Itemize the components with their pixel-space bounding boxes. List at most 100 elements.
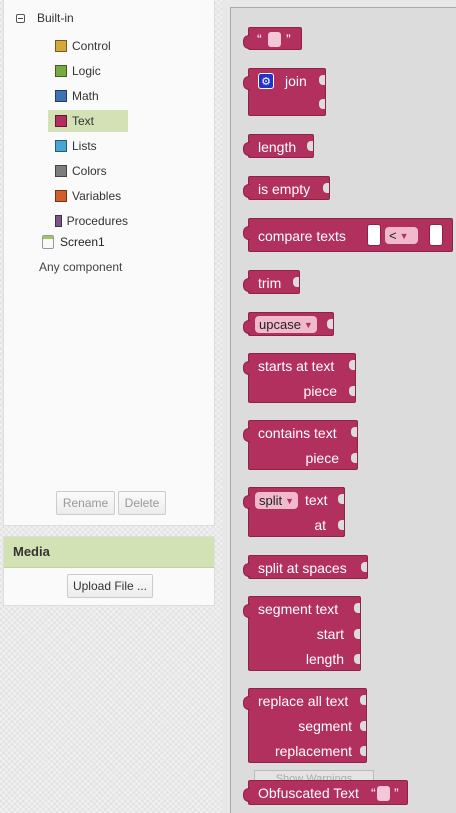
compare-operator-value: <: [389, 228, 397, 243]
chevron-down-icon: ▼: [285, 495, 295, 506]
length-input-slot: [307, 141, 313, 151]
category-swatch-icon: [55, 165, 67, 177]
category-swatch-icon: [55, 215, 62, 227]
length-block[interactable]: length: [243, 134, 314, 158]
category-swatch-icon: [55, 40, 67, 52]
category-label: Procedures: [66, 214, 128, 228]
split-at-slot: [338, 520, 344, 530]
contains-piece-slot: [351, 453, 357, 463]
trim-input-slot: [293, 277, 299, 287]
compare-texts-label: compare texts: [258, 228, 346, 244]
split-at-spaces-slot: [361, 562, 367, 572]
collapse-icon[interactable]: [16, 13, 25, 23]
replace-segment-label: segment: [298, 718, 352, 734]
segment-start-slot: [354, 629, 360, 639]
split-dropdown[interactable]: split ▼: [255, 492, 299, 509]
compare-texts-block[interactable]: compare texts < ▼: [243, 218, 453, 252]
category-math[interactable]: Math: [48, 85, 128, 107]
split-at-label: at: [314, 517, 326, 533]
contains-piece-label: piece: [305, 450, 339, 466]
category-swatch-icon: [55, 115, 67, 127]
upload-file-button[interactable]: Upload File ...: [67, 574, 153, 598]
starts-at-block[interactable]: starts at text piece: [243, 353, 356, 403]
join-input-slot: [319, 99, 325, 109]
is-empty-input-slot: [323, 183, 329, 193]
contains-block[interactable]: contains text piece: [243, 420, 358, 470]
gear-icon[interactable]: ⚙: [258, 73, 274, 89]
screen-icon: [42, 235, 54, 249]
replace-text-slot: [360, 695, 366, 705]
segment-text-slot: [354, 603, 360, 613]
open-quote: “: [371, 785, 376, 801]
replace-replacement-label: replacement: [274, 743, 352, 759]
upcase-block[interactable]: upcase ▼: [243, 312, 334, 336]
category-variables[interactable]: Variables: [48, 185, 128, 207]
chevron-down-icon: ▼: [399, 230, 409, 241]
media-title: Media: [4, 537, 214, 568]
category-label: Control: [72, 39, 111, 53]
starts-at-piece-slot: [349, 386, 355, 396]
replace-segment-slot: [360, 721, 366, 731]
blocks-palette: Built-in Control Logic Math Text Lists Colors…: [3, 0, 215, 526]
segment-length-label: length: [305, 651, 344, 667]
category-label: Variables: [72, 189, 122, 203]
close-quote: ”: [286, 31, 291, 47]
join-input-slot: [319, 75, 325, 85]
category-logic[interactable]: Logic: [48, 60, 128, 82]
segment-start-label: start: [316, 626, 344, 642]
compare-right-slot: [429, 224, 443, 246]
category-colors[interactable]: Colors: [48, 160, 128, 182]
open-quote: “: [257, 31, 262, 47]
replace-all-text-label: replace all text: [258, 693, 349, 709]
starts-at-text-slot: [349, 360, 355, 370]
category-label: Math: [72, 89, 99, 103]
category-swatch-icon: [55, 65, 67, 77]
category-procedures[interactable]: Procedures: [48, 210, 128, 232]
rename-button[interactable]: Rename: [56, 491, 115, 515]
split-dropdown-value: split: [259, 493, 283, 508]
trim-label: trim: [258, 275, 282, 291]
compare-left-slot: [367, 224, 381, 246]
is-empty-label: is empty: [258, 181, 311, 197]
text-input[interactable]: [268, 32, 281, 47]
category-lists[interactable]: Lists: [48, 135, 128, 157]
category-swatch-icon: [55, 190, 67, 202]
delete-button[interactable]: Delete: [118, 491, 166, 515]
split-text-slot: [338, 494, 344, 504]
builtin-tree-node[interactable]: Built-in: [16, 11, 74, 25]
replace-replacement-slot: [360, 746, 366, 756]
length-label: length: [258, 139, 297, 155]
contains-text-label: contains text: [258, 425, 337, 441]
category-swatch-icon: [55, 140, 67, 152]
media-panel: Media Upload File ...: [3, 536, 215, 606]
builtin-label: Built-in: [37, 11, 74, 25]
replace-all-block[interactable]: replace all text segment replacement: [243, 688, 367, 763]
any-component-node[interactable]: Any component: [39, 260, 122, 274]
upcase-input-slot: [327, 319, 333, 329]
category-control[interactable]: Control: [48, 35, 128, 57]
category-label: Text: [72, 114, 95, 128]
category-label: Lists: [72, 139, 97, 153]
text-literal-block[interactable]: “ ”: [243, 27, 302, 50]
join-label: join: [285, 73, 307, 89]
split-at-spaces-block[interactable]: split at spaces: [243, 555, 368, 579]
screen1-label: Screen1: [60, 235, 105, 249]
split-block[interactable]: split ▼ text at: [243, 487, 345, 537]
obfuscated-text-block[interactable]: Obfuscated Text “ ”: [243, 780, 408, 805]
category-swatch-icon: [55, 90, 67, 102]
obfuscated-text-input[interactable]: [377, 786, 390, 801]
category-text[interactable]: Text: [48, 110, 128, 132]
category-label: Colors: [72, 164, 107, 178]
case-dropdown[interactable]: upcase ▼: [255, 316, 317, 333]
join-block[interactable]: ⚙ join: [243, 68, 326, 116]
contains-text-slot: [351, 427, 357, 437]
compare-operator-dropdown[interactable]: < ▼: [385, 227, 418, 244]
is-empty-block[interactable]: is empty: [243, 176, 330, 200]
screen1-tree-node[interactable]: Screen1: [42, 235, 105, 249]
starts-at-text-label: starts at text: [258, 358, 335, 374]
starts-at-piece-label: piece: [303, 383, 337, 399]
segment-text-label: segment text: [258, 601, 339, 617]
trim-block[interactable]: trim: [243, 270, 300, 294]
close-quote: ”: [394, 785, 399, 801]
segment-block[interactable]: segment text start length: [243, 596, 361, 671]
